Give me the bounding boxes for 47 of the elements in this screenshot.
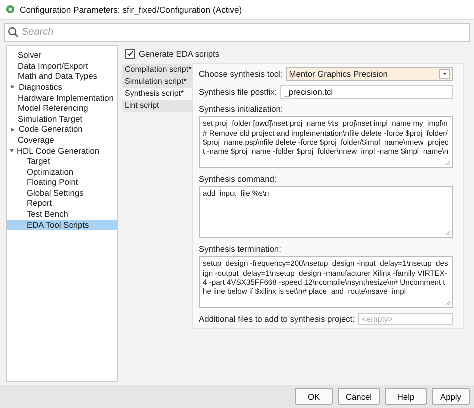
tree-item[interactable]: Solver (7, 50, 117, 61)
field-label: Additional files to add to synthesis project: (199, 314, 355, 324)
tree-item[interactable]: Data Import/Export (7, 60, 117, 72)
tree-item[interactable]: Coverage (7, 134, 117, 146)
field-label: Choose synthesis tool: (199, 69, 284, 80)
dialog-button[interactable]: Cancel (338, 388, 380, 406)
tree-item[interactable]: Target (7, 156, 117, 167)
dialog-button[interactable]: OK (295, 388, 333, 406)
tree-item[interactable]: EDA Tool Scripts (7, 220, 117, 230)
checkbox[interactable] (125, 49, 135, 60)
tab[interactable]: Simulation script* (122, 76, 192, 88)
dialog-button[interactable]: Help (385, 388, 427, 406)
field-label: Synthesis command: (199, 174, 278, 184)
input-field[interactable]: _precision.tcl (280, 85, 453, 100)
checkbox-label: Generate EDA scripts (139, 49, 220, 60)
tree-item[interactable]: Math and Data Types (7, 71, 117, 82)
tab[interactable]: Compilation script* (122, 64, 192, 76)
input-field[interactable]: <empty> (358, 313, 453, 326)
tree-item[interactable]: Hardware Implementation (7, 92, 117, 104)
tree-item[interactable]: Code Generation (7, 124, 117, 135)
app-icon (6, 5, 15, 14)
tree-item[interactable]: Simulation Target (7, 114, 117, 124)
search-box[interactable]: Search (4, 23, 470, 42)
tree-item[interactable]: Report (7, 198, 117, 210)
resize-grip-icon[interactable] (445, 230, 451, 236)
field-label: Synthesis file postfix: (199, 87, 278, 98)
resize-grip-icon[interactable] (445, 300, 451, 306)
caret-icon[interactable] (439, 69, 450, 80)
search-icon (8, 27, 19, 38)
field-label: Synthesis initialization: (199, 104, 284, 114)
collapsed-arrow-icon[interactable] (11, 85, 15, 90)
tree-item[interactable]: Diagnostics (7, 82, 117, 93)
tab[interactable]: Lint script (122, 100, 192, 112)
resize-grip-icon[interactable] (445, 160, 451, 166)
tree-item[interactable]: HDL Code Generation (7, 146, 117, 156)
expanded-arrow-icon[interactable] (10, 148, 14, 153)
dropdown[interactable]: Mentor Graphics Precision (286, 67, 453, 82)
window-title: Configuration Parameters: sfir_fixed/Configuration (Active) (20, 4, 242, 15)
dialog-button[interactable]: Apply (432, 388, 470, 406)
tree-item[interactable]: Test Bench (7, 209, 117, 220)
tree-item[interactable]: Model Referencing (7, 103, 117, 114)
tree-item[interactable]: Floating Point (7, 177, 117, 188)
tree-item[interactable]: Optimization (7, 166, 117, 178)
field-label: Synthesis termination: (199, 244, 282, 254)
tree-item[interactable]: Global Settings (7, 188, 117, 198)
collapsed-arrow-icon[interactable] (11, 128, 15, 132)
tab[interactable]: Synthesis script* (122, 88, 192, 100)
